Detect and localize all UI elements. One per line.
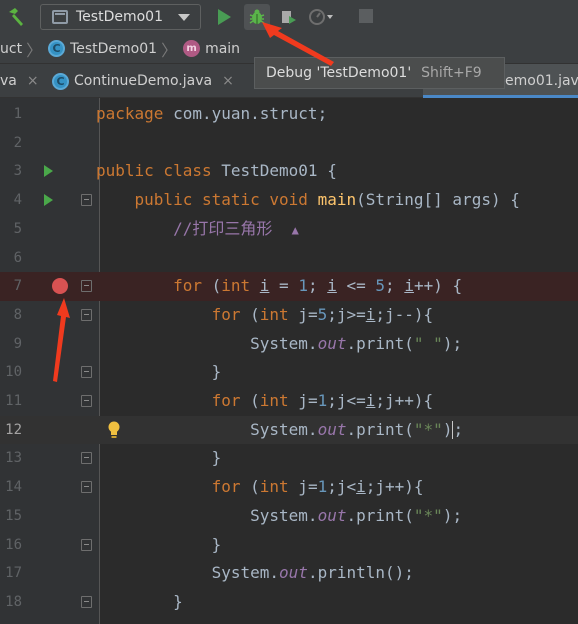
line-number: 3 — [13, 163, 22, 180]
code-text: } — [96, 534, 222, 554]
fold-icon[interactable] — [81, 366, 92, 379]
code-line: 16 } — [0, 531, 578, 560]
annotation-arrow-icon — [53, 298, 70, 382]
line-number: 15 — [5, 507, 22, 524]
run-config-selector[interactable]: TestDemo01 — [40, 4, 201, 30]
code-text: public static void main(String[] args) { — [134, 190, 520, 210]
fold-icon[interactable] — [81, 538, 92, 551]
line-number: 6 — [13, 249, 22, 266]
line-number: 2 — [13, 134, 22, 151]
tab-continue-demo[interactable]: C ContinueDemo.java × — [52, 64, 234, 98]
fold-icon[interactable] — [81, 194, 92, 207]
fold-icon[interactable] — [81, 395, 92, 407]
code-text: } — [96, 362, 222, 382]
code-text: public class TestDemo01 { — [96, 161, 337, 181]
line-number: 11 — [5, 393, 22, 409]
code-text: System.out.println(); — [96, 563, 414, 583]
line-number: 16 — [5, 536, 22, 553]
code-line: 10 } — [0, 358, 578, 387]
code-text: System.out.print(" "); — [96, 333, 463, 353]
run-icon[interactable] — [213, 6, 235, 28]
method-icon: m — [183, 40, 201, 57]
line-number: 4 — [13, 192, 22, 209]
code-line: 5 //打印三角形 ▲ — [0, 215, 578, 244]
code-text: package com.yuan.struct; — [96, 104, 328, 123]
code-text: System.out.print("*"); — [96, 505, 463, 525]
hammer-icon[interactable] — [4, 5, 28, 29]
code-text: } — [96, 448, 222, 468]
code-line: 6 — [0, 244, 578, 273]
line-number: 14 — [5, 479, 22, 496]
line-number: 13 — [5, 450, 22, 467]
text-cursor — [452, 421, 454, 440]
code-line-breakpoint: 7 for (int i = 1; i <= 5; i++) { — [0, 272, 578, 301]
code-text: System.out.print("*"); — [96, 419, 464, 440]
fold-icon[interactable] — [81, 481, 92, 494]
fold-marker-icon[interactable]: ▲ — [292, 223, 299, 237]
run-gutter-icon[interactable] — [44, 165, 53, 178]
breadcrumb-method[interactable]: m main — [183, 40, 240, 57]
line-number: 8 — [13, 306, 22, 323]
run-config-label: TestDemo01 — [76, 9, 163, 25]
line-number: 9 — [13, 335, 22, 352]
run-gutter-icon[interactable] — [44, 194, 53, 207]
code-editor[interactable]: 1 package com.yuan.struct; 2 3 public cl… — [0, 98, 578, 624]
stop-icon[interactable] — [358, 8, 374, 24]
line-number: 1 — [13, 106, 22, 122]
close-icon[interactable]: × — [222, 73, 234, 89]
code-text: for (int j=1;j<=i;j++){ — [211, 391, 434, 410]
code-text: } — [96, 591, 183, 611]
code-line: 8 for (int j=5;j>=i;j--){ — [0, 301, 578, 330]
line-number: 5 — [13, 220, 22, 237]
code-line-current: 12 System.out.print("*"); — [0, 415, 578, 445]
tooltip-shortcut: Shift+F9 — [421, 65, 482, 81]
breadcrumb-package[interactable]: uct — [0, 41, 22, 57]
code-line: 4 public static void main(String[] args)… — [0, 186, 578, 215]
close-icon[interactable]: × — [27, 73, 39, 89]
breadcrumb-separator: 〉 — [161, 40, 178, 60]
chevron-down-icon — [178, 14, 190, 21]
code-line: 14 for (int j=1;j<i;j++){ — [0, 473, 578, 502]
fold-icon[interactable] — [81, 595, 92, 608]
code-line: 18 } — [0, 588, 578, 617]
code-text: for (int j=5;j>=i;j--){ — [211, 304, 434, 324]
fold-icon[interactable] — [81, 280, 92, 293]
breadcrumb-class[interactable]: C TestDemo01 — [48, 40, 157, 57]
class-icon: C — [52, 72, 69, 90]
line-number: 17 — [5, 565, 22, 582]
tab-previous-file[interactable]: va × — [0, 64, 39, 98]
code-line: 15 System.out.print("*"); — [0, 502, 578, 531]
code-line: 9 System.out.print(" "); — [0, 330, 578, 359]
line-number: 10 — [5, 364, 22, 381]
breakpoint-icon[interactable] — [52, 278, 68, 295]
fold-icon[interactable] — [81, 452, 92, 465]
code-line: 13 } — [0, 444, 578, 473]
line-number: 12 — [5, 421, 22, 438]
code-line: 11 for (int j=1;j<=i;j++){ — [0, 387, 578, 416]
annotation-arrow-icon — [262, 22, 334, 66]
code-line: 2 — [0, 129, 578, 158]
code-text: for (int i = 1; i <= 5; i++) { — [173, 276, 463, 296]
line-number: 7 — [13, 278, 22, 295]
breadcrumb-separator: 〉 — [26, 40, 43, 60]
fold-icon[interactable] — [81, 308, 92, 321]
code-line: 17 System.out.println(); — [0, 559, 578, 588]
code-line: 1 package com.yuan.struct; — [0, 100, 578, 129]
line-number: 18 — [5, 593, 22, 610]
code-line: 3 public class TestDemo01 { — [0, 157, 578, 186]
class-icon: C — [48, 40, 66, 57]
code-text: for (int j=1;j<i;j++){ — [211, 477, 424, 497]
run-config-icon — [52, 10, 68, 24]
code-text: //打印三角形 ▲ — [96, 215, 299, 245]
comment-text: //打印三角形 — [173, 218, 273, 238]
